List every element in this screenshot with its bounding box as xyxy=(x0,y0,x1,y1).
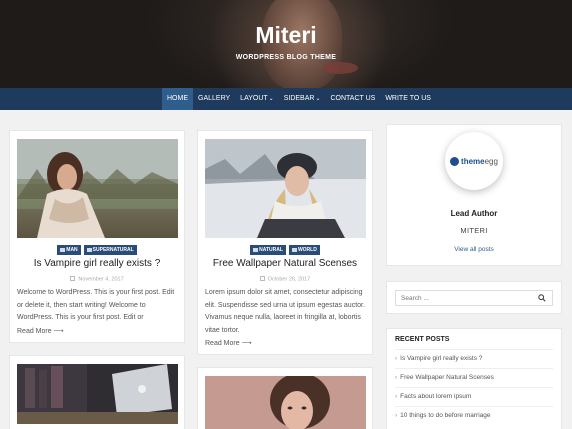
category-badge[interactable]: NATURAL xyxy=(250,245,286,255)
read-more-label: Read More xyxy=(17,328,52,335)
chevron-right-icon: › xyxy=(395,412,398,419)
post-card: NATURAL WORLD Free Wallpaper Natural Sce… xyxy=(197,130,373,355)
logo-text-main: theme xyxy=(461,156,485,166)
divider xyxy=(395,368,553,369)
recent-post-link[interactable]: › Facts about lorem ipsum xyxy=(395,393,553,400)
nav-item-gallery[interactable]: GALLERY xyxy=(193,88,235,110)
post-excerpt: Lorem ipsum dolor sit amet, consectetur … xyxy=(205,289,365,334)
category-label: WORLD xyxy=(297,247,317,253)
nav-item-contact-us[interactable]: CONTACT US xyxy=(325,88,380,110)
author-name: MITERI xyxy=(460,226,488,235)
woman-snow-photo xyxy=(205,139,366,238)
recent-post-title: Is Vampire girl really exists ? xyxy=(400,355,483,362)
nav-label: SIDEBAR xyxy=(283,95,315,102)
category-label: SUPERNATURAL xyxy=(92,247,134,253)
folder-icon xyxy=(60,247,66,252)
post-thumbnail[interactable] xyxy=(17,139,178,238)
post-date: October 26, 2017 xyxy=(198,276,372,283)
nav-label: CONTACT US xyxy=(330,95,376,102)
search-input[interactable] xyxy=(396,291,536,305)
arrow-right-icon: ⟶ xyxy=(241,340,252,347)
woman-scarf-photo xyxy=(17,139,178,238)
arrow-right-icon: ⟶ xyxy=(53,328,64,335)
folder-icon xyxy=(253,247,259,252)
nav-item-home[interactable]: HOME xyxy=(162,88,193,110)
recent-post-link[interactable]: › Is Vampire girl really exists ? xyxy=(395,355,553,362)
author-avatar[interactable]: themeegg xyxy=(445,132,503,190)
header-image-detail xyxy=(322,62,358,74)
nav-item-layout[interactable]: LAYOUT⌄ xyxy=(235,88,279,110)
post-date: November 4, 2017 xyxy=(10,276,184,283)
category-badge[interactable]: MAN xyxy=(57,245,81,255)
site-title[interactable]: Miteri xyxy=(0,22,572,49)
nav-item-write-to-us[interactable]: WRITE TO US xyxy=(380,88,436,110)
calendar-icon xyxy=(259,276,265,281)
site-description: WORDPRESS BLOG THEME xyxy=(235,54,337,61)
read-more-link[interactable]: Read More ⟶ xyxy=(17,327,64,335)
themeegg-logo-icon xyxy=(450,156,460,166)
laptop-desk-photo xyxy=(17,364,178,424)
widget-title: RECENT POSTS xyxy=(395,336,450,343)
chevron-down-icon: ⌄ xyxy=(315,96,321,102)
nav-label: WRITE TO US xyxy=(385,95,431,102)
category-badge[interactable]: WORLD xyxy=(288,245,320,255)
search-widget xyxy=(386,281,562,314)
post-thumbnail[interactable] xyxy=(17,364,178,424)
nav-item-sidebar[interactable]: SIDEBAR⌄ xyxy=(279,88,326,110)
widget-title-divider xyxy=(395,349,553,350)
author-heading: Lead Author xyxy=(450,209,498,218)
chevron-right-icon: › xyxy=(395,355,398,362)
woman-portrait-photo xyxy=(205,376,366,429)
nav-label: GALLERY xyxy=(198,95,231,102)
logo-text-suffix: egg xyxy=(484,156,498,166)
view-all-posts-link[interactable]: View all posts xyxy=(387,246,561,253)
post-date-text: October 26, 2017 xyxy=(267,276,311,283)
chevron-down-icon: ⌄ xyxy=(268,96,274,102)
nav-label: LAYOUT xyxy=(240,95,268,102)
category-badge[interactable]: SUPERNATURAL xyxy=(83,245,137,255)
post-excerpt: Welcome to WordPress. This is your first… xyxy=(17,289,175,321)
calendar-icon xyxy=(70,276,76,281)
post-date-text: November 4, 2017 xyxy=(78,276,124,283)
post-card xyxy=(197,367,373,429)
recent-post-link[interactable]: › Free Wallpaper Natural Scenses xyxy=(395,374,553,381)
main-navigation: HOME GALLERY LAYOUT⌄ SIDEBAR⌄ CONTACT US… xyxy=(0,88,572,110)
author-logo-text: themeegg xyxy=(461,157,498,166)
post-card xyxy=(9,355,185,429)
read-more-link[interactable]: Read More ⟶ xyxy=(205,339,252,347)
chevron-right-icon: › xyxy=(395,374,398,381)
divider xyxy=(395,406,553,407)
read-more-label: Read More xyxy=(205,340,240,347)
search-icon[interactable] xyxy=(538,294,546,302)
folder-icon xyxy=(291,247,297,252)
recent-post-link[interactable]: › 10 things to do before marriage xyxy=(395,412,553,419)
recent-post-title: 10 things to do before marriage xyxy=(400,412,491,419)
chevron-right-icon: › xyxy=(395,393,398,400)
post-title[interactable]: Is Vampire girl really exists ? xyxy=(10,258,184,269)
site-header: Miteri WORDPRESS BLOG THEME xyxy=(0,0,572,88)
post-card: MAN SUPERNATURAL Is Vampire girl really … xyxy=(9,130,185,343)
divider xyxy=(395,387,553,388)
recent-post-title: Facts about lorem ipsum xyxy=(400,393,472,400)
category-label: MAN xyxy=(66,247,78,253)
category-label: NATURAL xyxy=(259,247,283,253)
post-thumbnail[interactable] xyxy=(205,139,366,238)
post-title[interactable]: Free Wallpaper Natural Scenses xyxy=(198,258,372,269)
recent-post-title: Free Wallpaper Natural Scenses xyxy=(400,374,494,381)
post-thumbnail[interactable] xyxy=(205,376,366,429)
folder-icon xyxy=(86,247,92,252)
search-form xyxy=(395,290,553,306)
recent-posts-widget: RECENT POSTS › Is Vampire girl really exi… xyxy=(386,328,562,429)
author-widget: themeegg Lead Author MITERI View all pos… xyxy=(386,124,562,266)
nav-label: HOME xyxy=(167,95,188,102)
